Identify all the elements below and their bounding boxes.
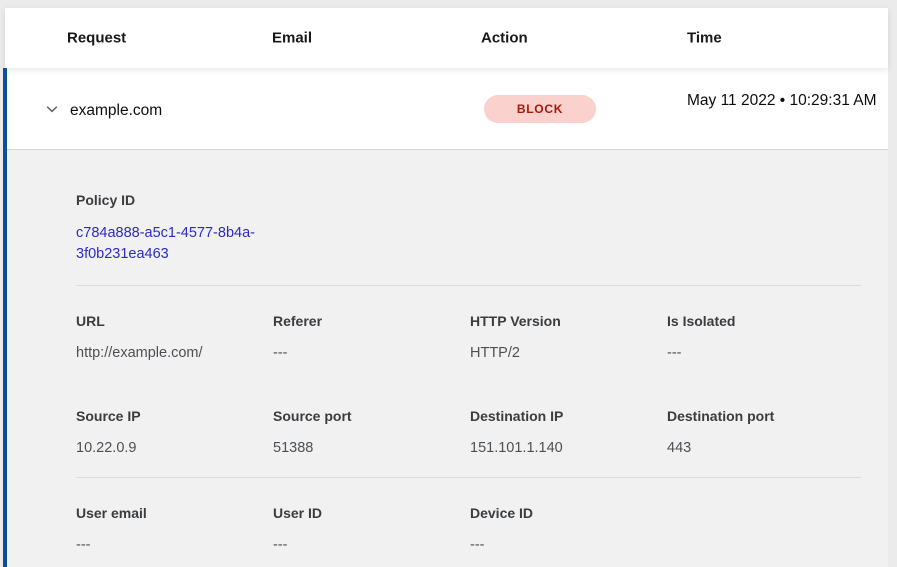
field-label: Destination IP [470,408,667,425]
detail-field-user-id: User ID --- [273,505,470,554]
field-label: Source IP [76,408,273,425]
policy-id-field: Policy ID c784a888-a5c1-4577-8b4a-3f0b23… [76,192,861,265]
section-divider [76,285,861,286]
column-header-action: Action [481,30,528,47]
field-value: 10.22.0.9 [76,439,273,457]
log-table-card: Request Email Action Time example.com BL… [5,8,888,567]
detail-field-url: URL http://example.com/ [76,313,273,362]
section-divider [76,477,861,478]
detail-field-referer: Referer --- [273,313,470,362]
detail-row-network: Source IP 10.22.0.9 Source port 51388 De… [76,408,861,457]
chevron-down-icon[interactable] [44,101,60,117]
field-value: --- [470,536,667,554]
field-value: 443 [667,439,861,457]
log-row-example-com[interactable]: example.com BLOCK May 11 2022 • 10:29:31… [5,68,888,150]
detail-field-destination-port: Destination port 443 [667,408,861,457]
detail-row-user: User email --- User ID --- Device ID --- [76,505,861,554]
detail-field-user-email: User email --- [76,505,273,554]
detail-field-empty [667,505,861,554]
field-value: http://example.com/ [76,344,273,362]
row-request-value: example.com [70,102,162,120]
policy-id-link[interactable]: c784a888-a5c1-4577-8b4a-3f0b231ea463 [76,223,276,265]
column-header-email: Email [272,30,312,47]
field-label: Referer [273,313,470,330]
field-value: --- [273,344,470,362]
detail-field-http-version: HTTP Version HTTP/2 [470,313,667,362]
detail-field-source-ip: Source IP 10.22.0.9 [76,408,273,457]
detail-field-is-isolated: Is Isolated --- [667,313,861,362]
field-label: User email [76,505,273,522]
field-label: URL [76,313,273,330]
field-value: HTTP/2 [470,344,667,362]
table-header: Request Email Action Time [5,8,888,68]
field-value: --- [273,536,470,554]
selected-row-accent-bar [3,68,7,567]
detail-field-source-port: Source port 51388 [273,408,470,457]
field-value: 151.101.1.140 [470,439,667,457]
field-label: HTTP Version [470,313,667,330]
policy-id-label: Policy ID [76,192,861,209]
field-value: --- [667,344,861,362]
field-value: 51388 [273,439,470,457]
column-header-request: Request [67,30,126,47]
field-label: Is Isolated [667,313,861,330]
detail-field-device-id: Device ID --- [470,505,667,554]
detail-row-http: URL http://example.com/ Referer --- HTTP… [76,313,861,362]
row-time-value: May 11 2022 • 10:29:31 AM [687,90,879,112]
action-block-badge: BLOCK [484,95,596,123]
field-label: Source port [273,408,470,425]
field-label: User ID [273,505,470,522]
detail-field-destination-ip: Destination IP 151.101.1.140 [470,408,667,457]
row-details-panel: Policy ID c784a888-a5c1-4577-8b4a-3f0b23… [5,150,888,567]
column-header-time: Time [687,30,722,47]
field-label: Device ID [470,505,667,522]
field-value: --- [76,536,273,554]
field-label: Destination port [667,408,861,425]
